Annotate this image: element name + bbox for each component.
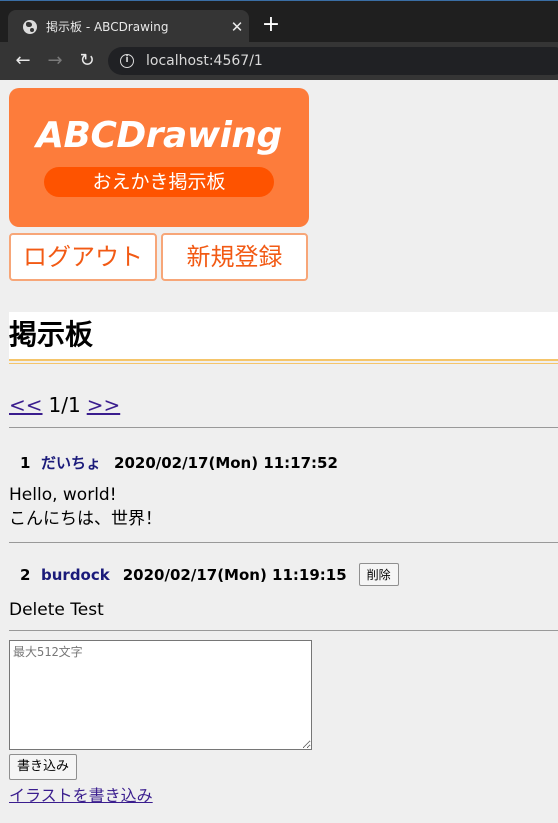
post-header: 2 burdock 2020/02/17(Mon) 11:19:15 削除 [20,563,399,586]
post-number: 2 [20,565,31,584]
post-line: Delete Test [9,600,104,620]
logo-subtitle: おえかき掲示板 [44,167,274,197]
reload-icon[interactable]: ↻ [75,50,99,72]
post-header: 1 だいちょ 2020/02/17(Mon) 11:17:52 [20,452,338,473]
post-line: Hello, world! [9,485,117,505]
register-button[interactable]: 新規登録 [161,233,308,281]
post-author: だいちょ [41,454,102,472]
page-indicator: 1/1 [48,393,81,417]
divider [9,630,558,631]
post-number: 1 [20,453,31,472]
logo-brand-text: ABCDrawing [36,115,282,156]
globe-icon [23,19,37,34]
post-body: Hello, world! こんにちは、世界！ [9,483,162,531]
next-page-link[interactable]: >> [87,393,121,417]
title-underline [9,359,558,361]
browser-tab[interactable]: 掲示板 - ABCDrawing ✕ [8,10,249,43]
new-tab-icon[interactable]: + [258,12,284,38]
illustration-post-link[interactable]: イラストを書き込み [9,782,153,806]
title-underline-thin [9,363,558,364]
url-text[interactable]: localhost:4567/1 [146,53,263,69]
post-line: こんにちは、世界！ [9,509,162,529]
browser-toolbar: ← → ↻ i localhost:4567/1 [0,42,558,80]
tab-title: 掲示板 - ABCDrawing [46,20,169,34]
message-textarea[interactable] [9,640,312,750]
page-title: 掲示板 [9,312,558,360]
site-logo[interactable]: ABCDrawing おえかき掲示板 [9,88,309,227]
post-date: 2020/02/17(Mon) 11:19:15 [122,565,347,584]
submit-button[interactable]: 書き込み [9,754,78,780]
delete-button[interactable]: 削除 [358,563,399,586]
prev-page-link[interactable]: << [9,393,43,417]
post-date: 2020/02/17(Mon) 11:17:52 [114,453,338,472]
logout-button[interactable]: ログアウト [9,233,157,281]
divider [9,427,558,428]
forward-arrow-icon[interactable]: → [43,50,67,72]
address-bar[interactable]: i localhost:4567/1 [108,47,558,75]
post-body: Delete Test [9,598,104,622]
close-tab-icon[interactable]: ✕ [225,18,249,36]
divider [9,542,558,543]
info-icon[interactable]: i [120,54,134,68]
browser-tab-bar: 掲示板 - ABCDrawing ✕ + [0,0,558,43]
pagination: << 1/1 >> [9,393,120,417]
post-author: burdock [41,565,110,584]
page-content: ABCDrawing おえかき掲示板 ログアウト 新規登録 掲示板 << 1/1 >… [0,80,558,823]
back-arrow-icon[interactable]: ← [11,50,35,72]
